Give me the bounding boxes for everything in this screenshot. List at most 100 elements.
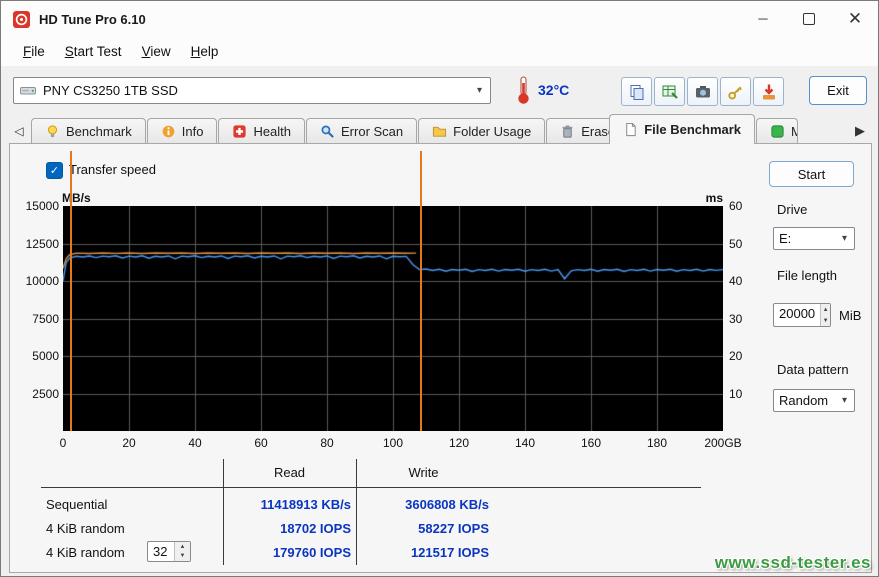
data-pattern-value: Random — [779, 393, 828, 408]
queue-depth-spinner: ▲▼ — [174, 542, 190, 561]
tab-error-scan[interactable]: Error Scan — [306, 118, 417, 144]
exit-button[interactable]: Exit — [809, 76, 867, 105]
write-value: 3606808 KB/s — [356, 497, 489, 512]
y-axis-left-tick: 7500 — [13, 312, 59, 326]
x-axis-tick: 140 — [493, 436, 557, 450]
y-axis-left-tick: 10000 — [13, 274, 59, 288]
data-pattern-label: Data pattern — [777, 362, 849, 377]
table-header-divider — [41, 487, 701, 488]
tab-scroll-right-button[interactable]: ▶ — [850, 120, 870, 142]
copy-button[interactable] — [621, 77, 652, 106]
chevron-down-icon: ▾ — [842, 395, 849, 406]
menubar: FileStart TestViewHelp — [1, 37, 878, 66]
tab-erase[interactable]: Erase — [546, 118, 618, 144]
queue-depth-value: 32 — [148, 542, 174, 561]
download-icon — [760, 83, 778, 101]
y-axis-right-unit: ms — [701, 191, 723, 205]
y-axis-left-tick: 15000 — [13, 199, 59, 213]
x-axis-tick: 160 — [559, 436, 623, 450]
drive-select[interactable]: PNY CS3250 1TB SSD ▾ — [13, 77, 491, 104]
spin-up-icon[interactable]: ▲ — [821, 304, 830, 315]
magnifier-icon — [320, 124, 335, 139]
camera-button[interactable] — [687, 77, 718, 106]
toolbar-buttons — [621, 77, 784, 106]
tab-label: File Benchmark — [644, 122, 741, 137]
queue-depth-input[interactable]: 32▲▼ — [147, 541, 191, 562]
maximize-button[interactable] — [786, 1, 832, 36]
position-marker-line — [420, 151, 422, 431]
bulb-icon — [45, 124, 60, 139]
tab-strip: Benchmark Info Health Error Scan Folder Usag… — [31, 114, 798, 144]
result-row: 4 KiB random18702 IOPS58227 IOPS — [41, 517, 689, 541]
write-column-header: Write — [356, 465, 491, 480]
x-axis-tick: 0 — [31, 436, 95, 450]
arrow-right-icon: ▶ — [855, 123, 865, 139]
tab-label: Error Scan — [341, 124, 403, 139]
window-controls: ─ ✕ — [740, 1, 878, 36]
file-icon — [623, 122, 638, 137]
menu-file[interactable]: File — [13, 40, 55, 63]
tab-m[interactable]: M — [756, 118, 798, 144]
titlebar: HD Tune Pro 6.10 ─ ✕ — [1, 1, 878, 37]
y-axis-left-unit: MB/s — [62, 191, 91, 205]
tab-label: Folder Usage — [453, 124, 531, 139]
result-row-label: 4 KiB random — [46, 545, 125, 560]
key-button[interactable] — [720, 77, 751, 106]
tab-benchmark[interactable]: Benchmark — [31, 118, 146, 144]
result-row-label: 4 KiB random — [46, 521, 125, 536]
result-row-label: Sequential — [46, 497, 107, 512]
file-length-unit: MiB — [839, 308, 861, 323]
toolbar: PNY CS3250 1TB SSD ▾ 32°C Exit — [1, 66, 878, 114]
menu-view[interactable]: View — [132, 40, 181, 63]
temperature-value: 32°C — [538, 82, 569, 98]
tab-scroll-left-button[interactable]: ◁ — [9, 120, 29, 142]
y-axis-right-tick: 40 — [729, 274, 763, 288]
data-pattern-dropdown[interactable]: Random ▾ — [773, 389, 855, 412]
tab-label: Health — [253, 124, 291, 139]
drive-select-value: PNY CS3250 1TB SSD — [43, 83, 178, 98]
read-value: 18702 IOPS — [223, 521, 351, 536]
minimize-button[interactable]: ─ — [740, 1, 786, 36]
y-axis-right-tick: 20 — [729, 349, 763, 363]
y-axis-right-tick: 10 — [729, 387, 763, 401]
spin-down-icon[interactable]: ▼ — [175, 552, 190, 562]
drive-dropdown[interactable]: E: ▾ — [773, 227, 855, 250]
close-button[interactable]: ✕ — [832, 1, 878, 36]
menu-help[interactable]: Help — [181, 40, 229, 63]
key-icon — [727, 83, 745, 101]
tab-label: M — [791, 124, 798, 139]
file-length-spinner: ▲▼ — [820, 304, 830, 326]
chevron-down-icon: ▾ — [842, 233, 849, 244]
copy-icon — [628, 83, 646, 101]
trash-icon — [560, 124, 575, 139]
download-button[interactable] — [753, 77, 784, 106]
arrow-left-icon: ◁ — [14, 124, 23, 138]
close-icon: ✕ — [848, 9, 862, 29]
tab-health[interactable]: Health — [218, 118, 305, 144]
x-axis-tick: 60 — [229, 436, 293, 450]
spin-down-icon[interactable]: ▼ — [821, 315, 830, 326]
tab-info[interactable]: Info — [147, 118, 218, 144]
read-value: 179760 IOPS — [223, 545, 351, 560]
checkmark-icon: ✓ — [50, 164, 59, 177]
spin-up-icon[interactable]: ▲ — [175, 542, 190, 552]
transfer-speed-label: Transfer speed — [69, 162, 156, 177]
drive-dropdown-value: E: — [779, 231, 791, 246]
maximize-icon — [803, 13, 815, 25]
tabbar: ◁ Benchmark Info Health Error Scan Folder Us… — [1, 114, 878, 144]
result-row: Sequential11418913 KB/s3606808 KB/s — [41, 493, 689, 517]
tab-folder-usage[interactable]: Folder Usage — [418, 118, 545, 144]
start-button[interactable]: Start — [769, 161, 854, 187]
watermark: www.ssd-tester.es — [715, 553, 871, 573]
x-axis-tick: 80 — [295, 436, 359, 450]
tab-label: Info — [182, 124, 204, 139]
file-length-input[interactable]: 20000 ▲▼ — [773, 303, 831, 327]
transfer-speed-checkbox[interactable]: ✓ — [46, 162, 63, 179]
menu-start-test[interactable]: Start Test — [55, 40, 132, 63]
tab-label: Benchmark — [66, 124, 132, 139]
app-icon — [13, 11, 30, 28]
results-rows: Sequential11418913 KB/s3606808 KB/s 4 KiB… — [41, 493, 689, 565]
tab-file-benchmark[interactable]: File Benchmark — [609, 114, 755, 144]
export-button[interactable] — [654, 77, 685, 106]
monitor-icon — [770, 124, 785, 139]
